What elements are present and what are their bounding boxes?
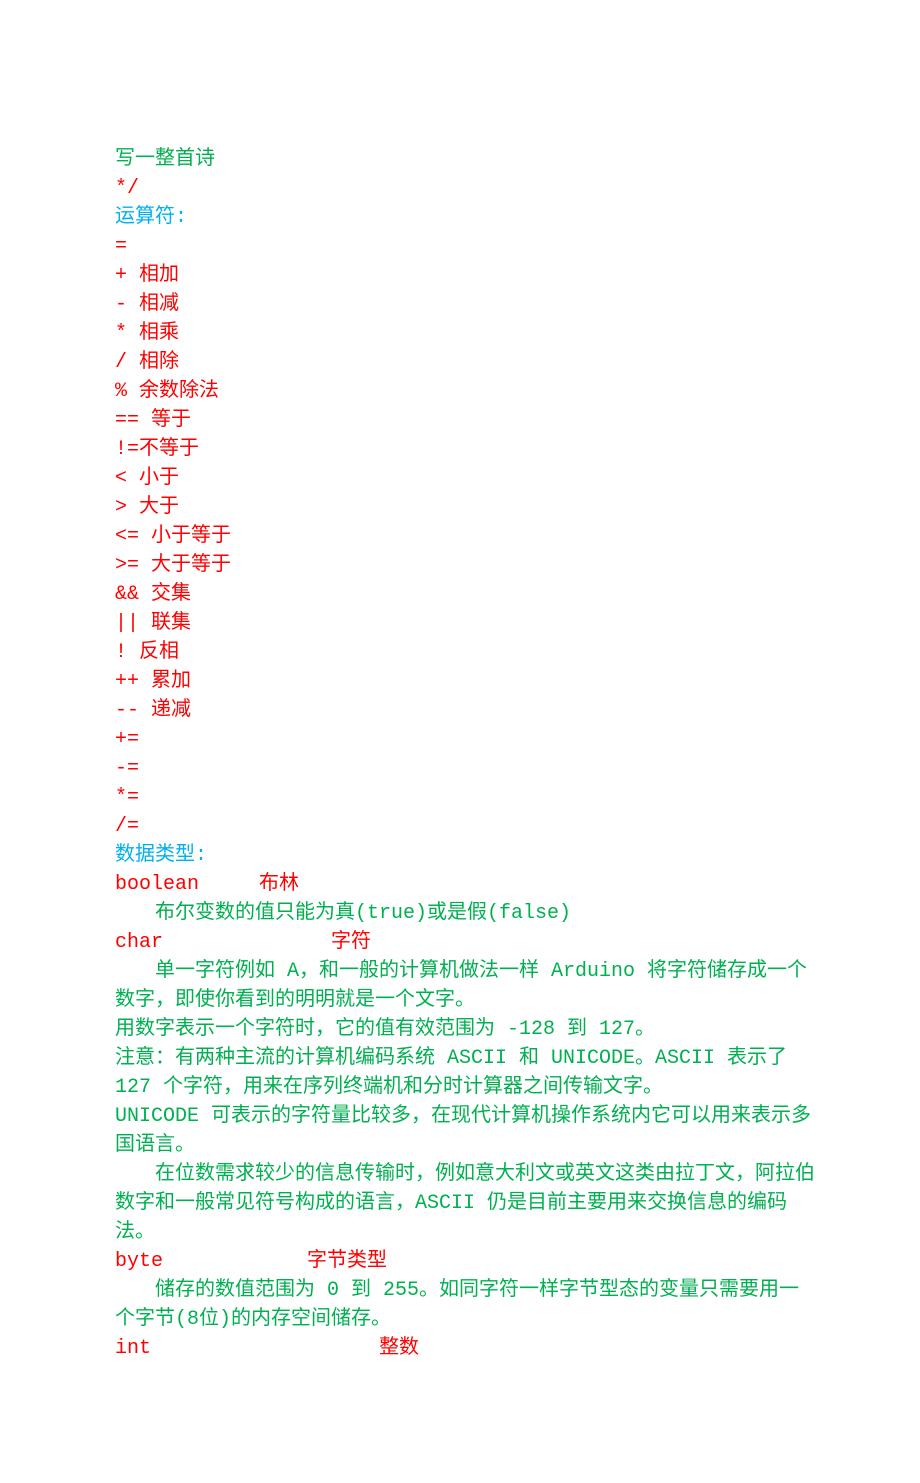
op-assign: = bbox=[115, 232, 815, 261]
op-not: ! 反相 bbox=[115, 638, 815, 667]
section-datatypes-title: 数据类型: bbox=[115, 841, 815, 870]
comment-close: */ bbox=[115, 174, 815, 203]
op-mul: * 相乘 bbox=[115, 319, 815, 348]
op-inc: ++ 累加 bbox=[115, 667, 815, 696]
op-sub: - 相减 bbox=[115, 290, 815, 319]
type-char-key: char bbox=[115, 931, 163, 954]
op-neq: !=不等于 bbox=[115, 435, 815, 464]
type-char-desc-2: 用数字表示一个字符时，它的值有效范围为 -128 到 127。 bbox=[115, 1015, 815, 1044]
type-char-desc-3: 注意：有两种主流的计算机编码系统 ASCII 和 UNICODE。ASCII 表… bbox=[115, 1044, 815, 1102]
type-int-key: int bbox=[115, 1337, 151, 1360]
type-boolean-key: boolean bbox=[115, 873, 199, 896]
op-dec: -- 递减 bbox=[115, 696, 815, 725]
op-addassign: += bbox=[115, 725, 815, 754]
op-or: || 联集 bbox=[115, 609, 815, 638]
type-boolean-desc: 布尔变数的值只能为真(true)或是假(false) bbox=[115, 899, 815, 928]
type-boolean-label: 布林 bbox=[259, 873, 299, 896]
op-lt: < 小于 bbox=[115, 464, 815, 493]
op-subassign: -= bbox=[115, 754, 815, 783]
type-int-header: int 整数 bbox=[115, 1334, 815, 1363]
op-and: && 交集 bbox=[115, 580, 815, 609]
type-byte-desc: 储存的数值范围为 0 到 255。如同字符一样字节型态的变量只需要用一个字节(8… bbox=[115, 1276, 815, 1334]
op-gt: > 大于 bbox=[115, 493, 815, 522]
op-div: / 相除 bbox=[115, 348, 815, 377]
type-char-desc-5: 在位数需求较少的信息传输时，例如意大利文或英文这类由拉丁文，阿拉伯数字和一般常见… bbox=[115, 1160, 815, 1247]
type-char-label: 字符 bbox=[331, 931, 371, 954]
type-char-desc-4: UNICODE 可表示的字符量比较多，在现代计算机操作系统内它可以用来表示多国语… bbox=[115, 1102, 815, 1160]
op-gte: >= 大于等于 bbox=[115, 551, 815, 580]
type-byte-key: byte bbox=[115, 1250, 163, 1273]
type-byte-label: 字节类型 bbox=[307, 1250, 387, 1273]
op-mulassign: *= bbox=[115, 783, 815, 812]
type-byte-header: byte 字节类型 bbox=[115, 1247, 815, 1276]
document-page: 写一整首诗 */ 运算符: = + 相加 - 相减 * 相乘 / 相除 % 余数… bbox=[0, 0, 920, 1483]
op-divassign: /= bbox=[115, 812, 815, 841]
op-add: + 相加 bbox=[115, 261, 815, 290]
comment-line: 写一整首诗 bbox=[115, 145, 815, 174]
type-int-label: 整数 bbox=[379, 1337, 419, 1360]
type-boolean-header: boolean 布林 bbox=[115, 870, 815, 899]
section-operators-title: 运算符: bbox=[115, 203, 815, 232]
op-mod: % 余数除法 bbox=[115, 377, 815, 406]
op-lte: <= 小于等于 bbox=[115, 522, 815, 551]
op-eq: == 等于 bbox=[115, 406, 815, 435]
type-char-header: char 字符 bbox=[115, 928, 815, 957]
type-char-desc-1: 单一字符例如 A，和一般的计算机做法一样 Arduino 将字符储存成一个数字，… bbox=[115, 957, 815, 1015]
